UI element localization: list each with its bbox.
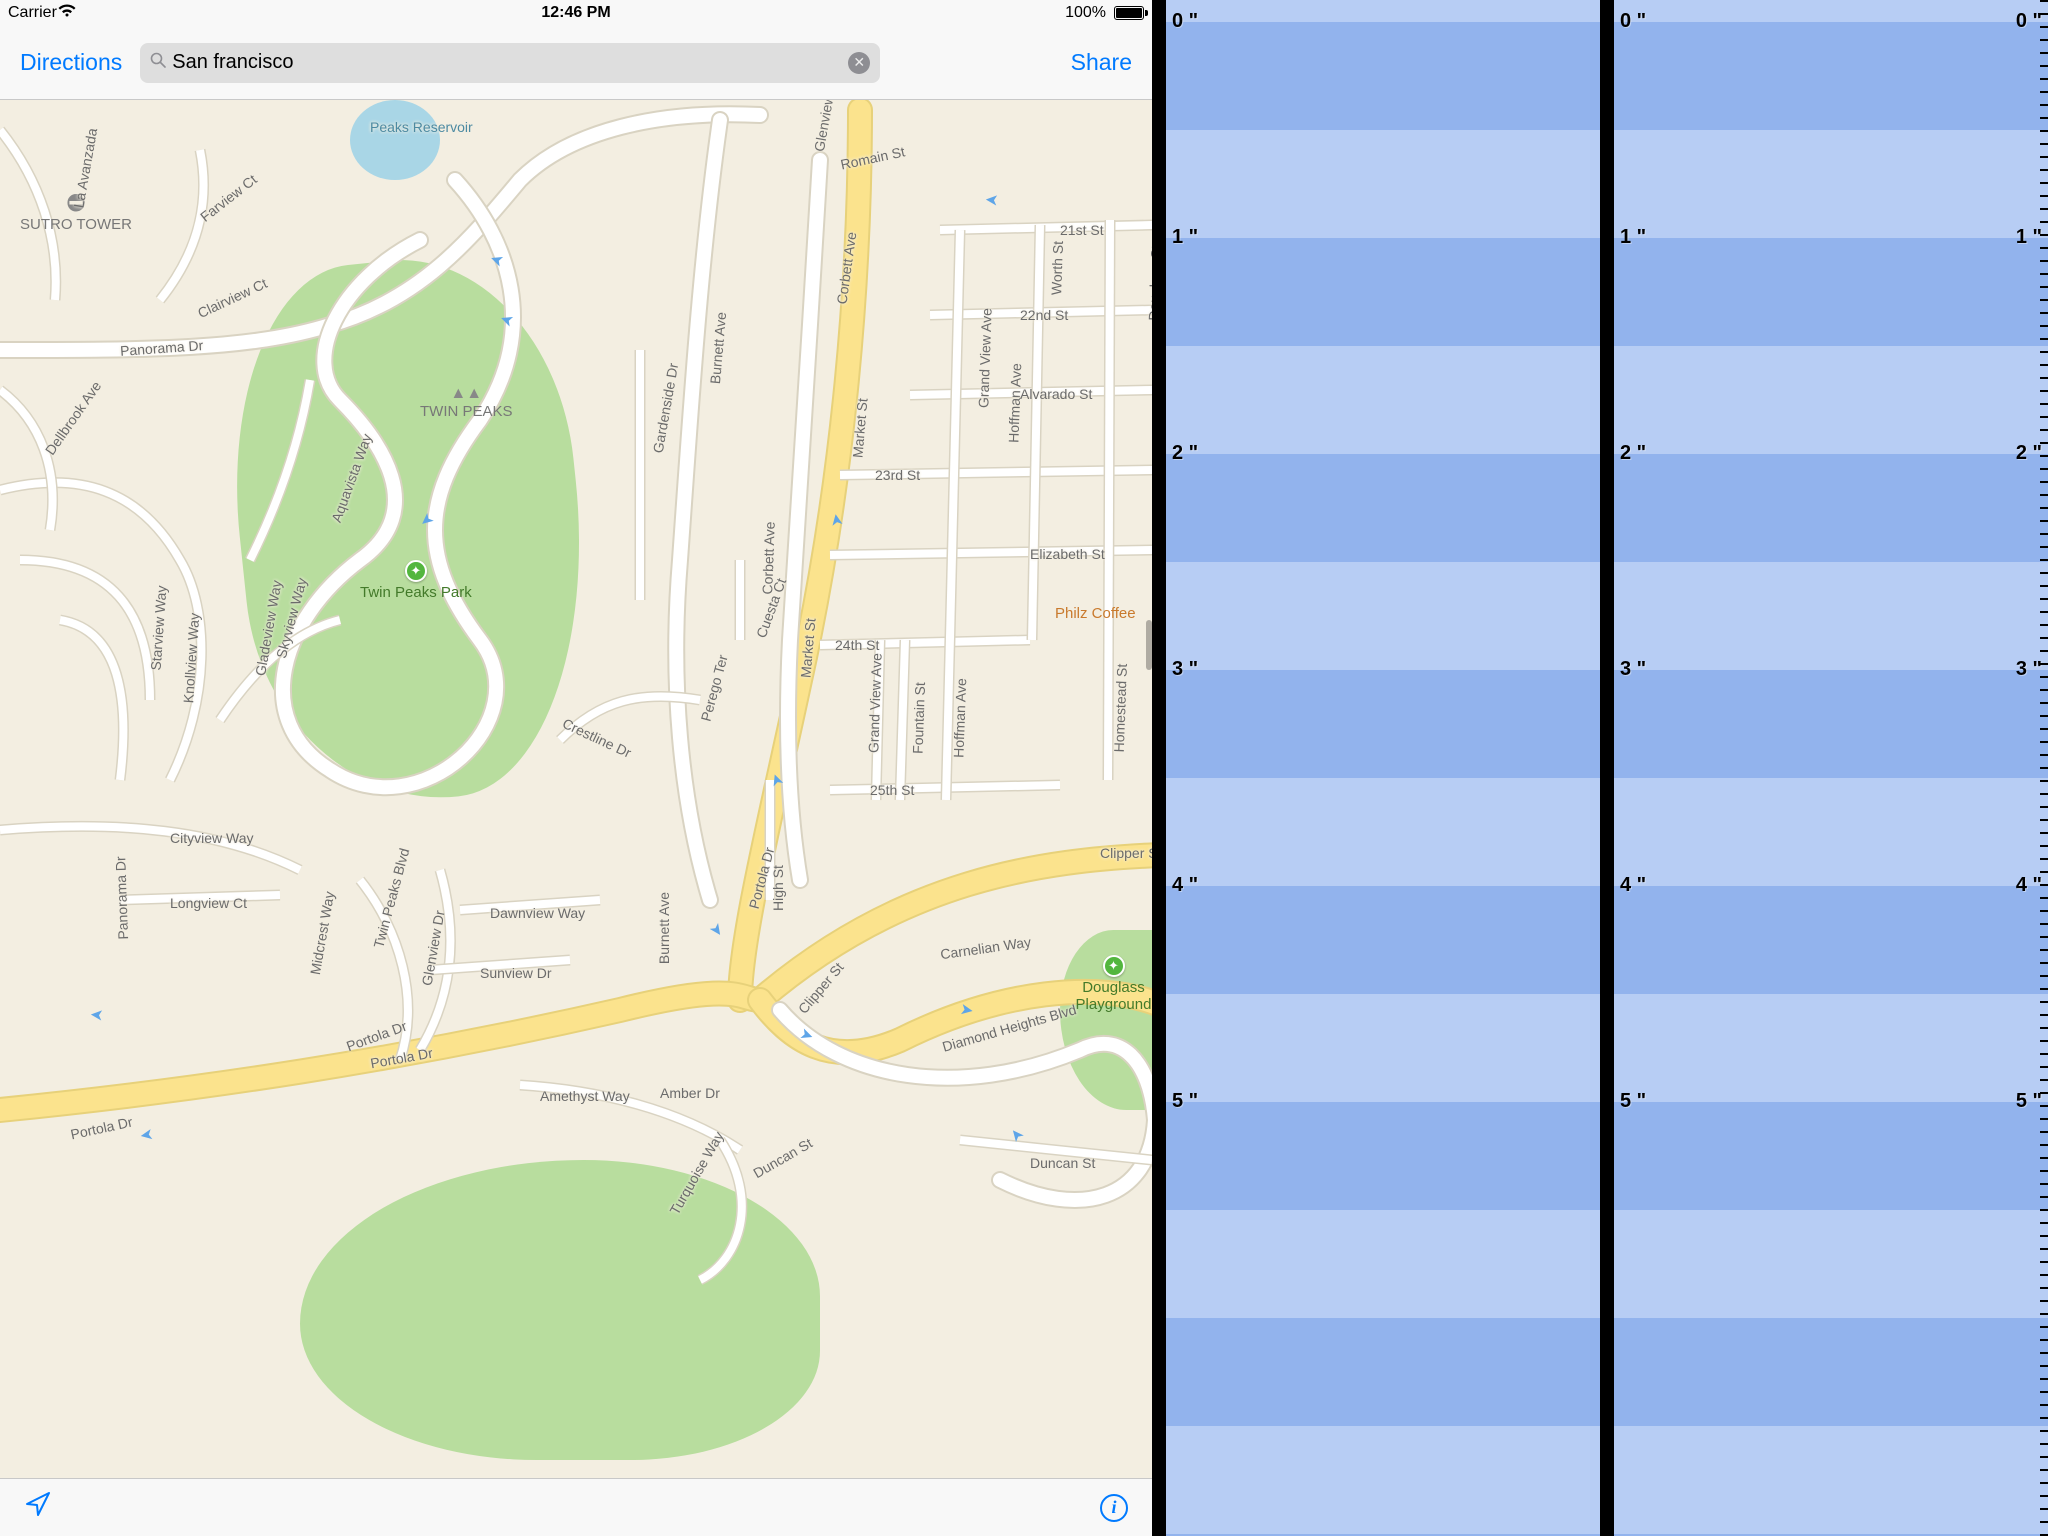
street-label: Burnett Ave bbox=[656, 892, 672, 964]
map-view[interactable]: ⛔︎ SUTRO TOWER Peaks Reservoir ▲▲ TWIN P… bbox=[0, 0, 1152, 1536]
street-label: Alvarado St bbox=[1020, 386, 1092, 402]
ruler-mark: 5 " bbox=[1172, 1090, 1198, 1113]
ruler-mark: 1 " bbox=[1620, 226, 1646, 249]
ruler-mark: 3 " bbox=[1620, 658, 1646, 681]
ruler-mark: 0 " bbox=[2016, 10, 2042, 33]
direction-arrow-icon: ➤ bbox=[89, 1004, 104, 1025]
directions-button[interactable]: Directions bbox=[20, 49, 122, 76]
street-label: Fountain St bbox=[910, 682, 928, 754]
ruler-panel: 0 " 1 " 2 " 3 " 4 " 5 " 0 " 0 " 1 " 1 " 2 " 2 " 3 "… bbox=[1152, 0, 2048, 1536]
ruler-column: 0 " 0 " 1 " 1 " 2 " 2 " 3 " 3 " 4 " 4 " 5 " 5 " bbox=[1600, 0, 2048, 1536]
poi-philz[interactable]: Philz Coffee bbox=[1055, 605, 1136, 622]
reservoir-label: Peaks Reservoir bbox=[370, 120, 473, 135]
street-label: 22nd St bbox=[1020, 307, 1068, 323]
ruler-mark: 1 " bbox=[2016, 226, 2042, 249]
street-label: Sunview Dr bbox=[480, 965, 552, 981]
wifi-icon bbox=[57, 4, 77, 23]
ruler-mark: 0 " bbox=[1620, 10, 1646, 33]
street-label: 23rd St bbox=[875, 467, 920, 483]
ruler-mark: 4 " bbox=[1620, 874, 1646, 897]
ruler-mark: 2 " bbox=[1620, 442, 1646, 465]
ipad-simulator: Carrier 12:46 PM 100% Directions ✕ Share bbox=[0, 0, 1152, 1536]
street-label: Panorama Dr bbox=[112, 856, 131, 940]
poi-twinpeaks: ▲▲ TWIN PEAKS bbox=[420, 385, 513, 420]
search-field[interactable]: ✕ bbox=[140, 43, 880, 83]
ruler-mark: 0 " bbox=[1172, 10, 1198, 33]
status-bar: Carrier 12:46 PM 100% bbox=[0, 0, 1152, 26]
street-label: Clipper St bbox=[1100, 845, 1152, 861]
battery-percent: 100% bbox=[1065, 4, 1106, 22]
street-label: 24th St bbox=[835, 637, 879, 653]
ruler-mark: 5 " bbox=[1620, 1090, 1646, 1113]
street-label: Amethyst Way bbox=[540, 1088, 630, 1104]
battery-icon bbox=[1114, 6, 1144, 20]
ruler-mark: 2 " bbox=[2016, 442, 2042, 465]
clock: 12:46 PM bbox=[541, 4, 610, 22]
ruler-mark: 1 " bbox=[1172, 226, 1198, 249]
nav-bar: Directions ✕ Share bbox=[0, 26, 1152, 100]
street-label: Elizabeth St bbox=[1030, 546, 1105, 562]
scroll-indicator bbox=[1146, 620, 1152, 670]
locate-me-icon[interactable] bbox=[24, 1490, 52, 1526]
share-button[interactable]: Share bbox=[1071, 49, 1132, 76]
ruler-mark: 3 " bbox=[1172, 658, 1198, 681]
info-icon[interactable]: i bbox=[1100, 1494, 1128, 1522]
street-label: Hoffman Ave bbox=[950, 678, 969, 758]
ruler-mark: 5 " bbox=[2016, 1090, 2042, 1113]
street-label: Hoffman Ave bbox=[1005, 363, 1024, 443]
direction-arrow-icon: ➤ bbox=[984, 189, 999, 210]
carrier-label: Carrier bbox=[8, 4, 57, 22]
street-label: Dawnview Way bbox=[490, 905, 585, 921]
ruler-mark: 4 " bbox=[1172, 874, 1198, 897]
ruler-mark: 4 " bbox=[2016, 874, 2042, 897]
ruler-column: 0 " 1 " 2 " 3 " 4 " 5 " bbox=[1152, 0, 1600, 1536]
street-label: 25th St bbox=[870, 782, 914, 798]
search-icon bbox=[150, 52, 166, 73]
search-input[interactable] bbox=[172, 51, 848, 74]
street-label: Worth St bbox=[1048, 241, 1066, 296]
ruler-mark: 3 " bbox=[2016, 658, 2042, 681]
street-label: Cityview Way bbox=[170, 830, 254, 846]
poi-twinpeaks-park[interactable]: ✦ Twin Peaks Park bbox=[360, 560, 472, 601]
bottom-toolbar: i bbox=[0, 1478, 1152, 1536]
street-label: 21st St bbox=[1060, 222, 1104, 238]
ruler-mark: 2 " bbox=[1172, 442, 1198, 465]
street-label: Amber Dr bbox=[660, 1085, 720, 1101]
street-label: Longview Ct bbox=[170, 895, 247, 911]
poi-douglass[interactable]: ✦ Douglass Playground bbox=[1075, 955, 1152, 1013]
roads bbox=[0, 0, 1152, 1536]
street-label: Duncan St bbox=[1030, 1155, 1095, 1171]
street-label: Homestead St bbox=[1111, 663, 1130, 752]
clear-search-icon[interactable]: ✕ bbox=[848, 52, 870, 74]
street-label: High St bbox=[770, 865, 786, 911]
